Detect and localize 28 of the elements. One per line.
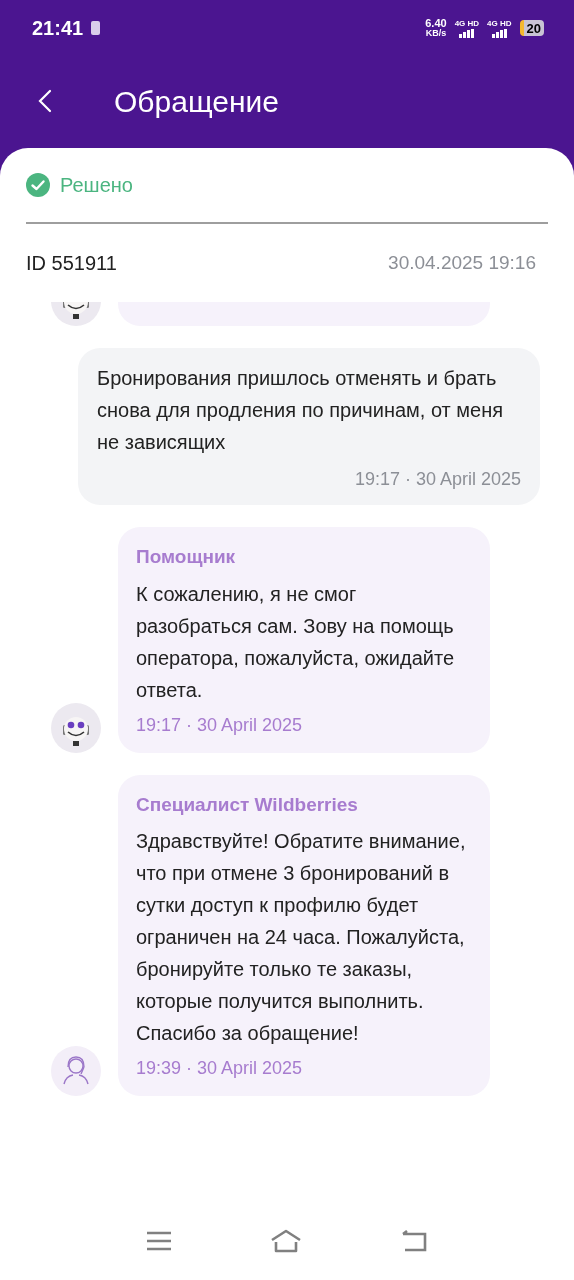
message-text: К сожалению, я не смог разобраться сам. Зову на помощь оператора, пожалуйста, ожидайте ответа.: [136, 581, 456, 703]
message-text: Здравствуйте! Обратите внимание, что при отмене 3 бронирований в сутки доступ к профилю будет ограничен на 24 часа. Пожалуйста, бронируйте только те заказы, которые получится выполнить. Спасибо за обращение!: [136, 829, 467, 1046]
back-icon: [38, 89, 52, 113]
ticket-date: 30.04.2025 19:16: [388, 250, 536, 275]
message-time: 19:17 · 30 April 2025: [136, 713, 304, 737]
sender-name: Специалист Wildberries: [136, 792, 359, 817]
message-time: 19:39 · 30 April 2025: [136, 1057, 304, 1080]
robot-avatar-icon: [51, 702, 101, 753]
menu-button[interactable]: [146, 1231, 172, 1251]
battery-saver-icon: [91, 21, 101, 35]
network-type: 4G HD: [454, 18, 480, 29]
ticket-id: ID 551911: [26, 251, 117, 276]
signal-icon: [459, 28, 475, 38]
network-type: 4G HD: [487, 18, 512, 29]
status-label: Решено: [60, 173, 133, 198]
clock-time: 21:41: [32, 16, 84, 41]
back-nav-button[interactable]: [400, 1230, 428, 1252]
network-speed: 6.40: [425, 18, 447, 28]
operator-avatar-icon: [51, 1046, 101, 1096]
signal-icon: [491, 28, 507, 38]
speed-unit: KB/s: [425, 28, 447, 38]
sender-name: Помощник: [136, 545, 237, 569]
message-text: Бронирования пришлось отменять и брать снова для продления по причинам, от меня не зависящих: [97, 366, 505, 455]
battery-indicator: 20: [519, 20, 544, 36]
check-circle-icon: [26, 173, 50, 197]
home-button[interactable]: [270, 1229, 302, 1253]
message-time: 19:17 · 30 April 2025: [354, 468, 521, 491]
screen-title: Обращение: [114, 83, 279, 120]
